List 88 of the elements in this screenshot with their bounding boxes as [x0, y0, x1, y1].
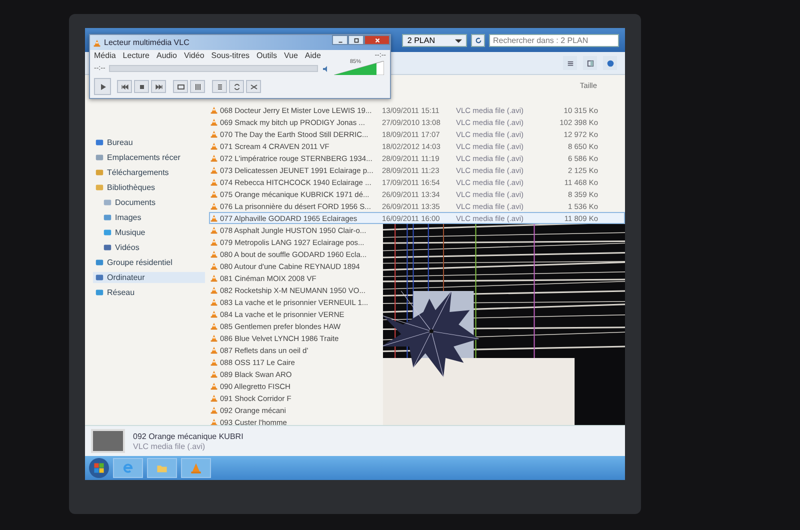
speaker-icon[interactable] — [322, 64, 330, 72]
traffic-cone-icon — [210, 250, 218, 258]
menu-item[interactable]: Média — [94, 51, 116, 60]
loop-icon — [232, 82, 240, 90]
menu-item[interactable]: Audio — [156, 51, 177, 60]
playlist-icon — [216, 82, 224, 90]
browser-e-icon — [122, 462, 134, 474]
traffic-cone-icon — [210, 406, 218, 414]
menu-item[interactable]: Aide — [304, 51, 321, 60]
traffic-cone-icon — [93, 38, 101, 46]
preview-pane-button[interactable] — [583, 56, 597, 70]
maximize-button[interactable] — [348, 35, 364, 45]
sidebar-item[interactable]: Vidéos — [93, 242, 205, 253]
traffic-cone-icon — [210, 298, 218, 306]
dropdown-arrow-icon — [455, 36, 462, 44]
maximize-icon — [352, 36, 360, 44]
sidebar-item[interactable]: Documents — [93, 197, 205, 208]
traffic-cone-icon — [210, 334, 218, 342]
window-title: Lecteur multimédia VLC — [104, 38, 190, 47]
help-icon — [606, 60, 614, 66]
traffic-cone-icon — [210, 202, 218, 210]
stop-icon — [138, 82, 146, 90]
next-icon — [154, 82, 162, 90]
start-button[interactable] — [89, 458, 109, 478]
traffic-cone-icon — [210, 154, 218, 162]
traffic-cone-icon — [210, 262, 218, 270]
video-thumbnail-placeholder — [91, 429, 125, 453]
menu-item[interactable]: Vue — [284, 51, 298, 60]
close-icon — [374, 36, 380, 44]
fullscreen-icon — [176, 82, 184, 90]
sidebar-item[interactable]: Bibliothèques — [93, 182, 205, 193]
menu-item[interactable]: Outils — [256, 51, 277, 60]
traffic-cone-icon — [210, 286, 218, 294]
search-field[interactable]: Rechercher dans : 2 PLAN — [489, 34, 619, 46]
traffic-cone-icon — [210, 310, 218, 318]
sidebar-item[interactable]: Emplacements récer — [93, 152, 205, 163]
sidebar-item[interactable]: Ordinateur — [93, 272, 205, 283]
shuffle-icon — [250, 82, 258, 90]
traffic-cone-icon — [210, 130, 218, 138]
traffic-cone-icon — [210, 274, 218, 282]
previous-icon — [120, 82, 128, 90]
traffic-cone-icon — [210, 226, 218, 234]
menu-item[interactable]: Vidéo — [184, 51, 204, 60]
sidebar-item[interactable]: Groupe résidentiel — [93, 257, 205, 268]
view-list-icon — [566, 60, 574, 66]
refresh-icon — [474, 36, 482, 44]
sidebar-item[interactable]: Musique — [93, 227, 205, 238]
previous-button[interactable] — [117, 80, 132, 93]
selected-file-name: 092 Orange mécanique KUBRI — [133, 432, 244, 440]
sidebar-item[interactable]: Images — [93, 212, 205, 223]
traffic-cone-icon — [210, 106, 218, 114]
traffic-cone-icon — [210, 214, 218, 222]
help-button[interactable] — [603, 56, 617, 70]
playlist-button[interactable] — [212, 80, 227, 93]
traffic-cone-icon — [210, 322, 218, 330]
address-field[interactable]: 2 PLAN — [402, 34, 467, 46]
menu-item[interactable]: Lecture — [122, 51, 150, 60]
shuffle-button[interactable] — [246, 80, 261, 93]
sidebar-item[interactable]: Réseau — [93, 287, 205, 298]
traffic-cone-icon — [190, 462, 202, 474]
traffic-cone-icon — [210, 190, 218, 198]
traffic-cone-icon — [210, 142, 218, 150]
play-button[interactable] — [94, 78, 111, 95]
fullscreen-button[interactable] — [173, 80, 188, 93]
stop-button[interactable] — [134, 80, 149, 93]
loop-button[interactable] — [229, 80, 244, 93]
traffic-cone-icon — [210, 370, 218, 378]
close-button[interactable] — [364, 35, 390, 45]
view-options-button[interactable] — [563, 56, 577, 70]
traffic-cone-icon — [210, 238, 218, 246]
equalizer-icon — [194, 82, 202, 90]
menu-item[interactable]: Sous-titres — [211, 51, 250, 60]
traffic-cone-icon — [210, 166, 218, 174]
sidebar-item[interactable]: Bureau — [93, 137, 205, 148]
traffic-cone-icon — [210, 394, 218, 402]
play-icon — [98, 82, 106, 90]
traffic-cone-icon — [210, 358, 218, 366]
refresh-button[interactable] — [471, 34, 485, 46]
extended-settings-button[interactable] — [190, 80, 205, 93]
sidebar-item[interactable]: Téléchargements — [93, 167, 205, 178]
traffic-cone-icon — [210, 118, 218, 126]
windows-logo-icon — [93, 462, 105, 474]
traffic-cone-icon — [210, 346, 218, 354]
selected-file-type: VLC media file (.avi) — [133, 442, 206, 450]
pane-icon — [586, 60, 594, 66]
traffic-cone-icon — [210, 382, 218, 390]
traffic-cone-icon — [210, 178, 218, 186]
next-button[interactable] — [151, 80, 166, 93]
